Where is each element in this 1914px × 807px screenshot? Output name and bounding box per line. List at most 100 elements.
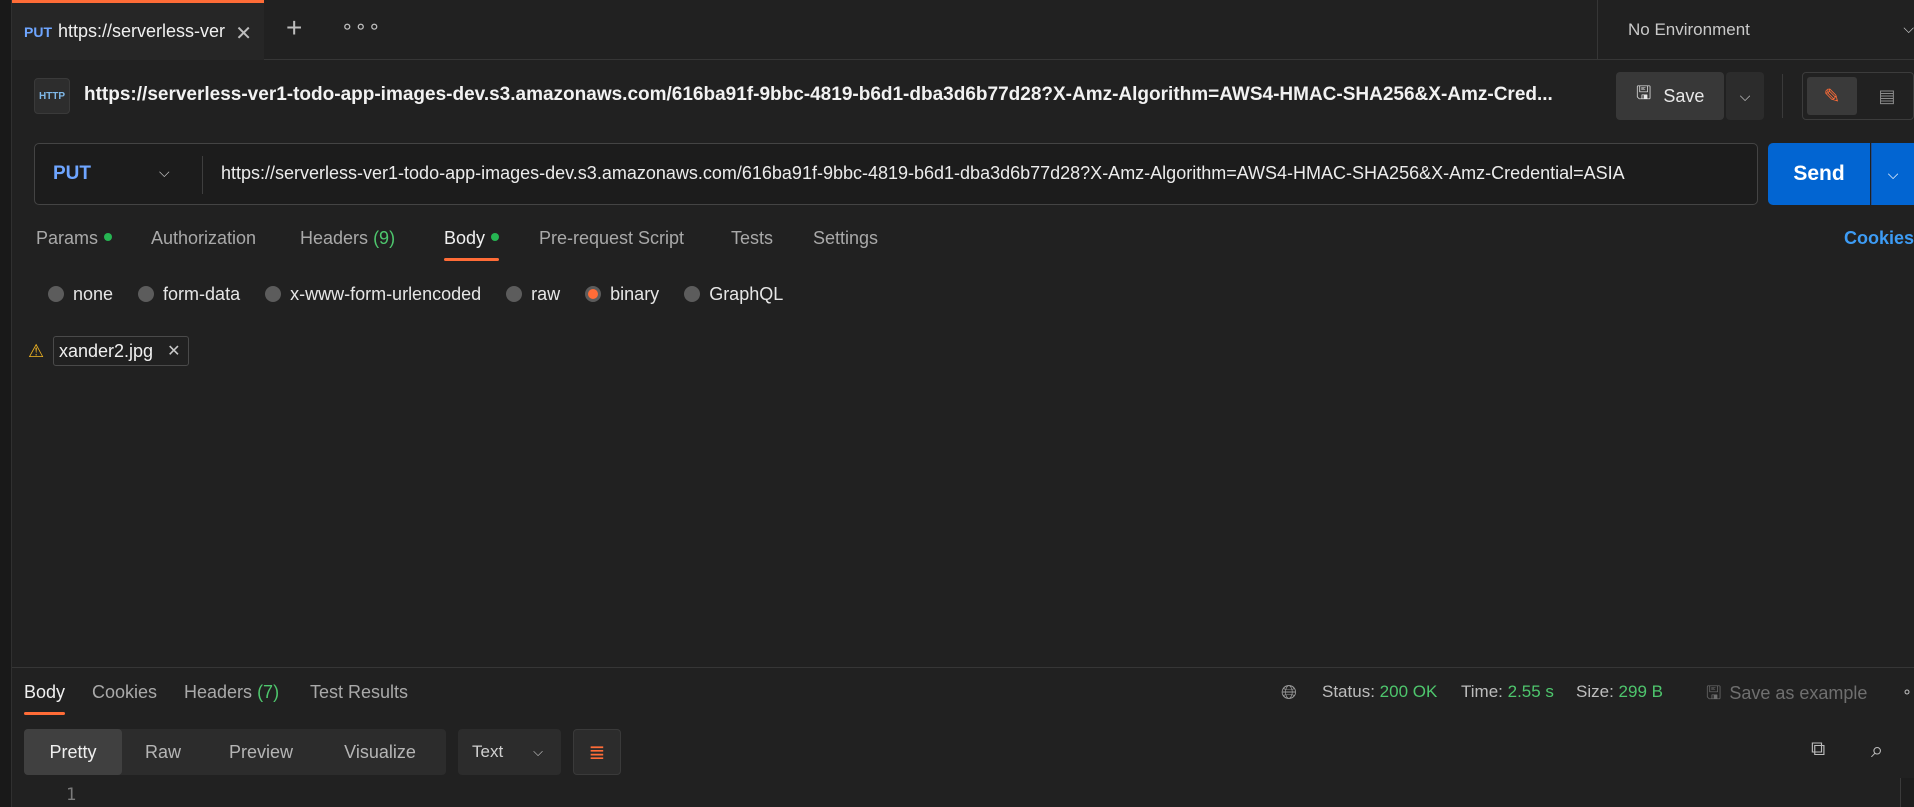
radio-binary[interactable]: binary xyxy=(585,284,659,305)
tab-tests[interactable]: Tests xyxy=(731,228,773,249)
save-as-example-button[interactable]: 🖫 Save as example xyxy=(1706,681,1867,711)
response-tab-cookies[interactable]: Cookies xyxy=(92,682,157,703)
send-options-button[interactable]: ⌵ xyxy=(1871,143,1914,205)
selected-file-chip[interactable]: xander2.jpg ✕ xyxy=(53,336,190,366)
http-badge: HTTP xyxy=(38,90,66,102)
format-visualize[interactable]: Visualize xyxy=(318,729,442,775)
time-value: 2.55 s xyxy=(1507,682,1554,701)
line-number: 1 xyxy=(66,785,77,805)
url-input[interactable]: https://serverless-ver1-todo-app-images-… xyxy=(221,163,1745,184)
save-label: Save xyxy=(1663,85,1705,106)
cookies-link[interactable]: Cookies xyxy=(1844,228,1914,249)
view-toggle-group: ✎ ▤ xyxy=(1802,72,1914,120)
globe-icon[interactable]: 🌐︎ xyxy=(1281,682,1297,705)
tab-settings[interactable]: Settings xyxy=(813,228,878,249)
wrap-lines-button[interactable]: ≣ xyxy=(573,729,621,775)
radio-raw[interactable]: raw xyxy=(506,284,560,305)
tab-authorization[interactable]: Authorization xyxy=(151,228,256,249)
chevron-down-icon[interactable]: ⌵ xyxy=(159,164,170,181)
radio-form-data[interactable]: form-data xyxy=(138,284,240,305)
radio-circle xyxy=(506,286,523,302)
radio-none[interactable]: none xyxy=(48,284,113,305)
response-tab-test-results[interactable]: Test Results xyxy=(310,682,408,703)
tab-label: Body xyxy=(444,228,486,248)
format-preview[interactable]: Preview xyxy=(204,729,318,775)
radio-circle xyxy=(48,286,64,302)
tab-title: https://serverless-ver xyxy=(58,21,226,41)
copy-icon[interactable]: ⧉ xyxy=(1811,738,1825,761)
save-button[interactable]: 🖫 Save xyxy=(1616,72,1724,120)
response-tab-headers[interactable]: Headers (7) xyxy=(184,682,279,703)
chevron-down-icon: ⌵ xyxy=(533,744,543,759)
environment-selector[interactable]: No Environment ⌵ xyxy=(1597,0,1914,60)
tab-label: Settings xyxy=(813,228,879,248)
status-readout: Status: 200 OK xyxy=(1322,682,1437,702)
format-raw[interactable]: Raw xyxy=(122,729,204,775)
pencil-icon: ✎ xyxy=(1823,85,1841,108)
chevron-down-icon: ⌵ xyxy=(1887,165,1899,182)
left-sidebar-strip xyxy=(0,0,12,807)
scrollbar[interactable] xyxy=(1900,778,1914,807)
edit-button[interactable]: ✎ xyxy=(1807,77,1857,115)
save-options-button[interactable]: ⌵ xyxy=(1726,72,1764,120)
save-icon: 🖫 xyxy=(1636,83,1652,103)
response-type-select[interactable]: Text ⌵ xyxy=(458,729,561,775)
radio-label: none xyxy=(73,283,114,304)
request-title[interactable]: https://serverless-ver1-todo-app-images-… xyxy=(84,84,1584,106)
tab-label: Tests xyxy=(731,228,774,248)
request-url-bar: PUT ⌵ https://serverless-ver1-todo-app-i… xyxy=(34,143,1758,205)
request-title-row: HTTP https://serverless-ver1-todo-app-im… xyxy=(12,60,1914,132)
response-tab-body[interactable]: Body xyxy=(24,682,66,715)
request-tabs: Params Authorization Headers (9) Body Pr… xyxy=(12,220,1914,266)
tab-label: Headers xyxy=(184,682,253,702)
close-icon[interactable]: ✕ xyxy=(167,341,180,361)
radio-label: form-data xyxy=(163,283,241,304)
plus-icon[interactable]: + xyxy=(286,12,302,44)
radio-label: raw xyxy=(531,283,561,304)
tab-label: Pre-request Script xyxy=(539,228,685,248)
tab-body[interactable]: Body xyxy=(444,228,500,261)
tab-count: (9) xyxy=(373,228,396,248)
radio-urlencoded[interactable]: x-www-form-urlencoded xyxy=(265,284,481,305)
tab-method: PUT xyxy=(24,23,52,40)
comments-button[interactable]: ▤ xyxy=(1863,77,1911,115)
radio-label: binary xyxy=(610,283,660,304)
radio-circle xyxy=(265,286,282,302)
search-icon[interactable]: ⌕ xyxy=(1871,737,1883,763)
tab-label: Headers xyxy=(300,228,369,248)
http-icon: HTTP xyxy=(34,78,70,114)
more-horizontal-icon[interactable]: ∘∘∘ xyxy=(341,14,382,39)
close-icon[interactable]: ✕ xyxy=(235,21,252,46)
tab-pre-request-script[interactable]: Pre-request Script xyxy=(539,228,684,249)
radio-circle xyxy=(684,286,701,302)
radio-circle-selected xyxy=(585,286,602,302)
request-tab[interactable]: PUT https://serverless-ver ✕ xyxy=(12,0,264,60)
divider xyxy=(202,156,203,194)
tab-headers[interactable]: Headers (9) xyxy=(300,228,395,249)
response-type-label: Text xyxy=(472,742,504,761)
environment-label: No Environment xyxy=(1628,20,1750,39)
size-label: Size: xyxy=(1576,682,1614,701)
response-tabs: Body Cookies Headers (7) Test Results 🌐︎… xyxy=(12,668,1914,718)
status-label: Status: xyxy=(1322,682,1375,701)
format-pretty[interactable]: Pretty xyxy=(24,729,122,775)
wrap-icon: ≣ xyxy=(588,741,606,764)
size-readout: Size: 299 B xyxy=(1576,682,1663,702)
radio-circle xyxy=(138,286,155,302)
tab-label: Params xyxy=(36,228,99,248)
save-icon: 🖫 xyxy=(1706,683,1722,703)
tab-params[interactable]: Params xyxy=(36,228,113,249)
body-mode-radios: none form-data x-www-form-urlencoded raw… xyxy=(48,282,808,306)
more-horizontal-icon[interactable]: ∘∘∘ xyxy=(1902,682,1914,702)
time-readout: Time: 2.55 s xyxy=(1461,682,1554,702)
save-example-label: Save as example xyxy=(1729,683,1868,703)
status-dot xyxy=(104,233,113,242)
status-dot xyxy=(491,233,500,242)
radio-graphql[interactable]: GraphQL xyxy=(684,284,783,305)
tab-count: (7) xyxy=(257,682,280,702)
chevron-down-icon: ⌵ xyxy=(1739,87,1751,104)
method-select[interactable]: PUT xyxy=(53,163,91,185)
tab-label: Authorization xyxy=(151,228,257,248)
time-label: Time: xyxy=(1461,682,1503,701)
send-button[interactable]: Send xyxy=(1768,143,1870,205)
